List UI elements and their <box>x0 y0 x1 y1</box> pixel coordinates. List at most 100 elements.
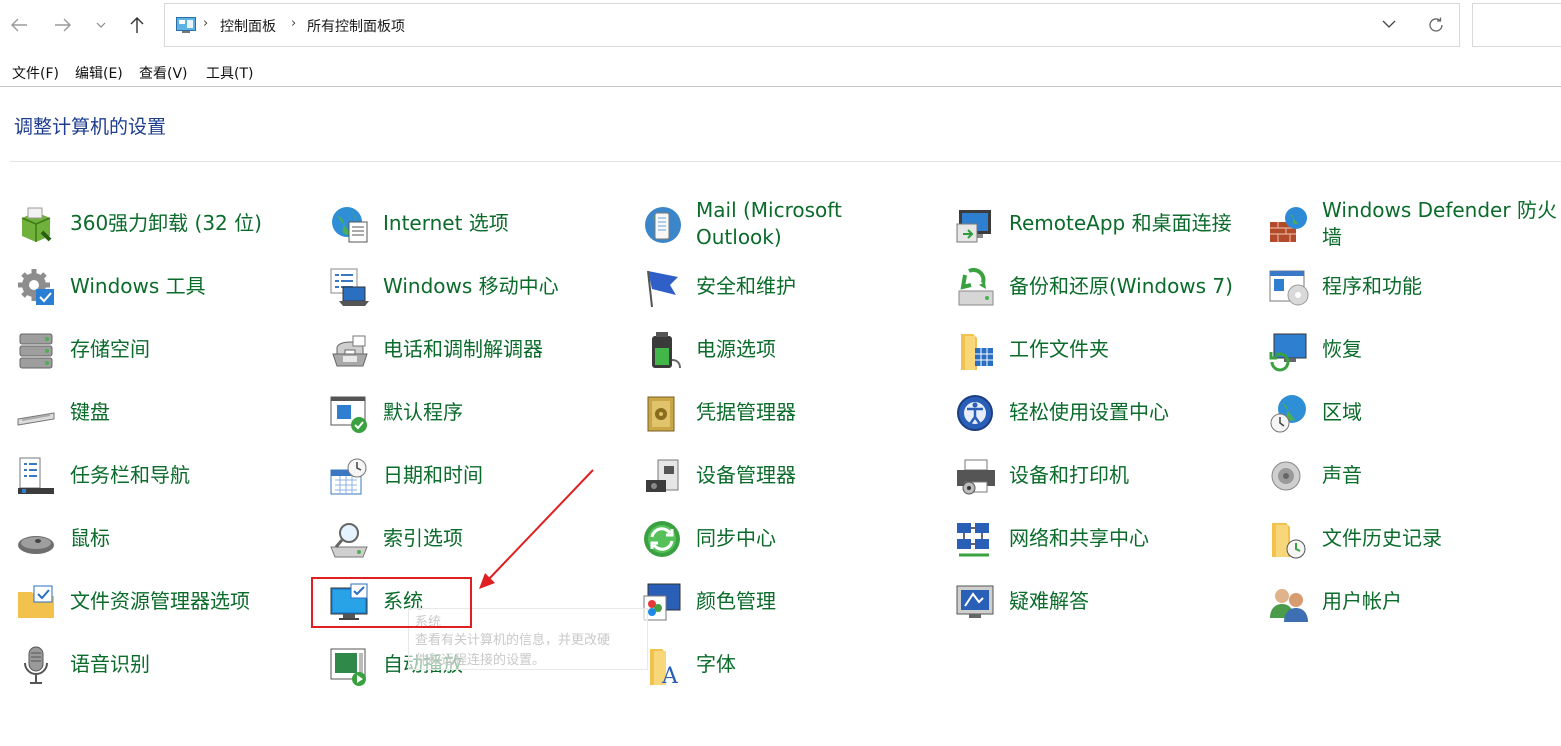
search-box[interactable] <box>1472 3 1561 47</box>
cp-item-ease-of-access[interactable]: 轻松使用设置中心 <box>955 387 1255 437</box>
troubleshoot-icon <box>955 582 997 624</box>
back-arrow-icon <box>11 18 27 32</box>
mail-icon <box>642 204 684 246</box>
breadcrumb-control-panel[interactable]: 控制面板 <box>220 16 276 36</box>
cp-item-label: 墙 <box>1322 225 1342 249</box>
cp-item-backup-restore[interactable]: 备份和还原(Windows 7) <box>955 261 1255 311</box>
address-bar[interactable]: › 控制面板 › 所有控制面板项 <box>164 3 1460 47</box>
cp-item-sound[interactable]: 声音 <box>1268 450 1561 500</box>
svg-text:A: A <box>661 664 679 687</box>
cp-item-sync-center[interactable]: 同步中心 <box>642 513 942 563</box>
menu-view[interactable]: 查看(V) <box>139 63 188 83</box>
cp-item-programs-features[interactable]: 程序和功能 <box>1268 261 1561 311</box>
forward-button[interactable] <box>48 8 78 42</box>
menu-tools[interactable]: 工具(T) <box>206 63 253 83</box>
control-panel-icon <box>176 17 196 33</box>
cp-item-taskbar-navigation[interactable]: 任务栏和导航 <box>16 450 316 500</box>
cp-item-label: Windows 工具 <box>70 274 206 298</box>
cp-item-label: 同步中心 <box>696 526 776 550</box>
cp-item-360-uninstaller[interactable]: 360强力卸载 (32 位) <box>16 198 316 248</box>
cp-item-security-maintenance[interactable]: 安全和维护 <box>642 261 942 311</box>
refresh-icon <box>1429 17 1443 32</box>
file-history-icon <box>1268 519 1310 561</box>
flag-icon <box>642 267 684 309</box>
cp-item-keyboard[interactable]: 键盘 <box>16 387 316 437</box>
chevron-down-icon <box>1382 20 1396 28</box>
cp-item-indexing-options[interactable]: 索引选项 <box>329 513 629 563</box>
cp-item-label: 设备和打印机 <box>1009 463 1129 487</box>
cp-item-fonts[interactable]: A 字体 <box>642 639 942 689</box>
cp-item-label: 安全和维护 <box>696 274 796 298</box>
cp-item-label: 程序和功能 <box>1322 274 1422 298</box>
microphone-icon <box>16 645 58 687</box>
navigation-bar: › 控制面板 › 所有控制面板项 <box>0 0 1561 52</box>
backup-icon <box>955 267 997 309</box>
gear-tools-icon <box>16 267 58 309</box>
breadcrumb-separator: › <box>203 16 209 31</box>
up-arrow-icon <box>130 17 144 33</box>
chevron-down-icon <box>96 22 106 28</box>
cp-item-label: 恢复 <box>1322 337 1362 361</box>
region-globe-icon <box>1268 393 1310 435</box>
cp-item-internet-options[interactable]: Internet 选项 <box>329 198 629 248</box>
mobility-center-icon <box>329 267 371 309</box>
cp-item-label: 工作文件夹 <box>1009 337 1109 361</box>
work-folder-icon <box>955 330 997 372</box>
up-button[interactable] <box>122 8 152 42</box>
menu-file[interactable]: 文件(F) <box>12 63 59 83</box>
cp-item-label: 语音识别 <box>70 652 150 676</box>
cp-item-default-programs[interactable]: 默认程序 <box>329 387 629 437</box>
tooltip-text: 件和远程连接的设置。 <box>415 653 546 668</box>
cp-item-windows-tools[interactable]: Windows 工具 <box>16 261 316 311</box>
cp-item-region[interactable]: 区域 <box>1268 387 1561 437</box>
cp-item-device-manager[interactable]: 设备管理器 <box>642 450 942 500</box>
cp-item-label: Mail (Microsoft <box>696 198 842 222</box>
device-manager-icon <box>642 456 684 498</box>
cp-item-credential-manager[interactable]: 凭据管理器 <box>642 387 942 437</box>
forward-arrow-icon <box>55 18 71 32</box>
cp-item-label: 任务栏和导航 <box>70 463 190 487</box>
cp-item-label: 区域 <box>1322 400 1362 424</box>
cp-item-firewall[interactable]: Windows Defender 防火 墙 <box>1268 198 1561 249</box>
cp-item-label: 疑难解答 <box>1009 589 1089 613</box>
phone-modem-icon <box>329 330 371 372</box>
address-history-button[interactable] <box>1381 16 1397 36</box>
cp-item-troubleshooting[interactable]: 疑难解答 <box>955 576 1255 626</box>
cp-item-user-accounts[interactable]: 用户帐户 <box>1268 576 1561 626</box>
back-button[interactable] <box>4 8 34 42</box>
cp-item-speech-recognition[interactable]: 语音识别 <box>16 639 316 689</box>
cp-item-folder-options[interactable]: 文件资源管理器选项 <box>16 576 316 626</box>
cp-item-label: RemoteApp 和桌面连接 <box>1009 211 1232 235</box>
firewall-icon <box>1268 204 1310 246</box>
cp-item-work-folders[interactable]: 工作文件夹 <box>955 324 1255 374</box>
cp-item-power-options[interactable]: 电源选项 <box>642 324 942 374</box>
globe-document-icon <box>329 204 371 246</box>
cp-item-label: 360强力卸载 (32 位) <box>70 211 262 235</box>
cp-item-label: Internet 选项 <box>383 211 509 235</box>
cp-item-file-history[interactable]: 文件历史记录 <box>1268 513 1561 563</box>
font-folder-icon: A <box>642 645 684 687</box>
cp-item-devices-printers[interactable]: 设备和打印机 <box>955 450 1255 500</box>
breadcrumb-all-items[interactable]: 所有控制面板项 <box>307 16 405 36</box>
cp-item-mail[interactable]: Mail (Microsoft Outlook) <box>642 198 942 249</box>
cp-item-mobility-center[interactable]: Windows 移动中心 <box>329 261 629 311</box>
recovery-icon <box>1268 330 1310 372</box>
cp-item-label: 键盘 <box>70 400 110 424</box>
menu-edit[interactable]: 编辑(E) <box>75 63 123 83</box>
cp-item-storage-spaces[interactable]: 存储空间 <box>16 324 316 374</box>
cp-item-label: 轻松使用设置中心 <box>1009 400 1169 424</box>
cp-item-phone-modem[interactable]: 电话和调制解调器 <box>329 324 629 374</box>
cp-item-date-time[interactable]: 日期和时间 <box>329 450 629 500</box>
taskbar-icon <box>16 456 58 498</box>
cp-item-color-management[interactable]: 颜色管理 <box>642 576 942 626</box>
cp-item-network-sharing[interactable]: 网络和共享中心 <box>955 513 1255 563</box>
recent-locations-button[interactable] <box>86 8 116 42</box>
refresh-button[interactable] <box>1427 16 1445 38</box>
cp-item-recovery[interactable]: 恢复 <box>1268 324 1561 374</box>
folder-options-icon <box>16 582 58 624</box>
cp-item-label: 颜色管理 <box>696 589 776 613</box>
cp-item-mouse[interactable]: 鼠标 <box>16 513 316 563</box>
index-magnifier-icon <box>329 519 371 561</box>
color-management-icon <box>642 582 684 624</box>
cp-item-remoteapp[interactable]: RemoteApp 和桌面连接 <box>955 198 1255 248</box>
